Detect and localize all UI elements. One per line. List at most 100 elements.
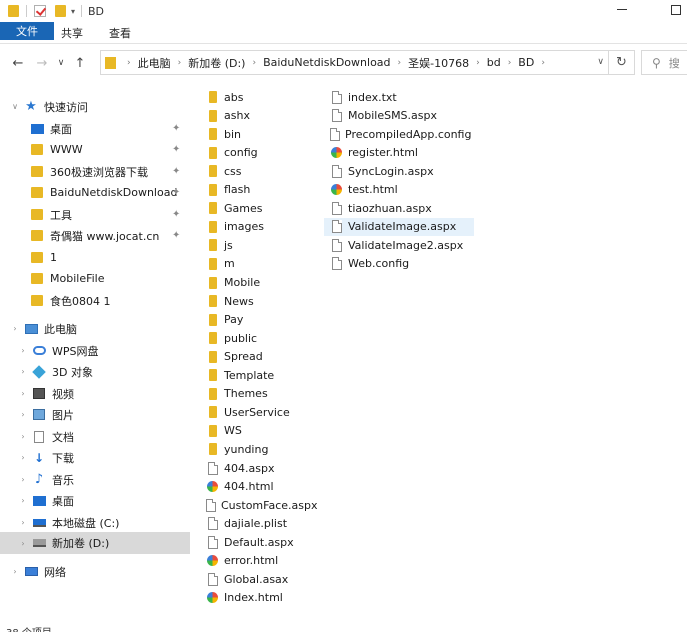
breadcrumb-baidunetdisk[interactable]: BaiduNetdiskDownload	[263, 56, 390, 69]
refresh-icon[interactable]: ↻	[608, 51, 634, 74]
chevron-right-icon[interactable]: ›	[18, 346, 28, 355]
maximize-button[interactable]	[671, 5, 681, 15]
chevron-right-icon[interactable]: ›	[178, 58, 182, 68]
nav-item-shise[interactable]: 食色0804 1	[0, 290, 190, 311]
file-item[interactable]: Global.asax	[200, 570, 318, 588]
nav-item-music[interactable]: › ♪ 音乐	[0, 469, 190, 490]
search-input[interactable]: ⚲ 搜	[641, 50, 687, 75]
nav-item-drive-c[interactable]: › 本地磁盘 (C:)	[0, 512, 190, 533]
pin-icon[interactable]: ✦	[172, 209, 180, 220]
file-item[interactable]: 404.html	[200, 478, 318, 496]
breadcrumb-drive-d[interactable]: 新加卷 (D:)	[188, 55, 245, 71]
nav-item-desktop[interactable]: 桌面 ✦	[0, 118, 190, 139]
chevron-right-icon[interactable]: ›	[18, 453, 28, 462]
nav-item-360-downloads[interactable]: 360极速浏览器下载 ✦	[0, 161, 190, 182]
file-item[interactable]: SyncLogin.aspx	[324, 162, 474, 180]
file-item[interactable]: CustomFace.aspx	[200, 496, 318, 514]
file-item[interactable]: error.html	[200, 552, 318, 570]
chevron-right-icon[interactable]: ›	[18, 518, 28, 527]
folder-item[interactable]: css	[200, 162, 318, 180]
pin-icon[interactable]: ✦	[172, 144, 180, 155]
file-item[interactable]: test.html	[324, 181, 474, 199]
nav-item-3d-objects[interactable]: › 3D 对象	[0, 361, 190, 382]
nav-item-baidunetdisk[interactable]: BaiduNetdiskDownload ✦	[0, 182, 190, 203]
folder-item[interactable]: News	[200, 292, 318, 310]
chevron-right-icon[interactable]: ›	[18, 410, 28, 419]
folder-item[interactable]: abs	[200, 88, 318, 106]
file-item[interactable]: Default.aspx	[200, 533, 318, 551]
file-item[interactable]: MobileSMS.aspx	[324, 107, 474, 125]
folder-item[interactable]: flash	[200, 181, 318, 199]
chevron-right-icon[interactable]: ›	[18, 475, 28, 484]
pin-icon[interactable]: ✦	[172, 123, 180, 134]
folder-item[interactable]: yunding	[200, 440, 318, 458]
up-arrow-icon[interactable]: ↑	[68, 56, 92, 71]
folder-item[interactable]: js	[200, 236, 318, 254]
chevron-right-icon[interactable]: ›	[252, 58, 256, 68]
chevron-right-icon[interactable]: ›	[10, 567, 20, 576]
nav-item-downloads[interactable]: › ↓ 下载	[0, 447, 190, 468]
nav-item-www[interactable]: WWW ✦	[0, 139, 190, 160]
chevron-right-icon[interactable]: ›	[398, 58, 402, 68]
address-dropdown-icon[interactable]: ∨	[597, 57, 604, 67]
chevron-down-icon[interactable]: ∨	[10, 102, 20, 111]
pin-icon[interactable]: ✦	[172, 166, 180, 177]
folder-item[interactable]: Mobile	[200, 274, 318, 292]
nav-item-pictures[interactable]: › 图片	[0, 404, 190, 425]
pin-icon[interactable]: ✦	[172, 230, 180, 241]
properties-check-icon[interactable]	[33, 4, 47, 18]
chevron-right-icon[interactable]: ›	[541, 58, 545, 68]
file-item[interactable]: ValidateImage2.aspx	[324, 236, 474, 254]
file-item[interactable]: ValidateImage.aspx	[324, 217, 474, 236]
nav-item-drive-d[interactable]: › 新加卷 (D:)	[0, 532, 190, 554]
back-arrow-icon[interactable]: ←	[6, 56, 30, 71]
minimize-button[interactable]	[617, 9, 627, 10]
breadcrumb-bd[interactable]: bd	[487, 56, 501, 69]
nav-item-wps-drive[interactable]: › WPS网盘	[0, 340, 190, 361]
folder-item[interactable]: m	[200, 255, 318, 273]
folder-item[interactable]: images	[200, 218, 318, 236]
nav-this-pc[interactable]: › 此电脑	[0, 318, 190, 339]
file-item[interactable]: Index.html	[200, 589, 318, 607]
tab-share[interactable]: 共享	[48, 22, 96, 43]
folder-item[interactable]: Spread	[200, 348, 318, 366]
chevron-right-icon[interactable]: ›	[18, 539, 28, 548]
tab-file[interactable]: 文件	[0, 22, 54, 40]
file-item[interactable]: Web.config	[324, 255, 474, 273]
nav-item-documents[interactable]: › 文档	[0, 426, 190, 447]
chevron-right-icon[interactable]: ›	[18, 432, 28, 441]
chevron-right-icon[interactable]: ›	[18, 389, 28, 398]
nav-quick-access[interactable]: ∨ ★ 快速访问	[0, 96, 190, 117]
tab-view[interactable]: 查看	[96, 22, 144, 43]
forward-arrow-icon[interactable]: →	[30, 56, 54, 71]
file-item[interactable]: register.html	[324, 144, 474, 162]
folder-item[interactable]: Themes	[200, 385, 318, 403]
new-folder-icon[interactable]	[53, 4, 67, 18]
file-item[interactable]: dajiale.plist	[200, 515, 318, 533]
folder-item[interactable]: WS	[200, 422, 318, 440]
nav-item-mobilefile[interactable]: MobileFile	[0, 268, 190, 289]
folder-item[interactable]: Games	[200, 199, 318, 217]
folder-item[interactable]: config	[200, 144, 318, 162]
pin-icon[interactable]: ✦	[172, 187, 180, 198]
folder-item[interactable]: Template	[200, 366, 318, 384]
breadcrumb-shengyu[interactable]: 圣娱-10768	[408, 55, 469, 71]
nav-item-desktop-pc[interactable]: › 桌面	[0, 490, 190, 511]
chevron-right-icon[interactable]: ›	[18, 367, 28, 376]
chevron-right-icon[interactable]: ›	[476, 58, 480, 68]
chevron-right-icon[interactable]: ›	[18, 496, 28, 505]
chevron-right-icon[interactable]: ›	[10, 324, 20, 333]
folder-item[interactable]: UserService	[200, 403, 318, 421]
nav-item-videos[interactable]: › 视频	[0, 383, 190, 404]
chevron-right-icon[interactable]: ›	[127, 58, 131, 68]
breadcrumb-this-pc[interactable]: 此电脑	[138, 55, 171, 71]
nav-item-1[interactable]: 1	[0, 247, 190, 268]
nav-item-jocat[interactable]: 奇偶猫 www.jocat.cn ✦	[0, 225, 190, 246]
nav-network[interactable]: › 网络	[0, 561, 190, 582]
file-item[interactable]: 404.aspx	[200, 459, 318, 477]
customize-toolbar-icon[interactable]: ▾	[71, 7, 75, 16]
chevron-right-icon[interactable]: ›	[508, 58, 512, 68]
file-item[interactable]: tiaozhuan.aspx	[324, 199, 474, 217]
recent-locations-chevron-icon[interactable]: ∨	[54, 58, 68, 68]
nav-item-tools[interactable]: 工具 ✦	[0, 204, 190, 225]
